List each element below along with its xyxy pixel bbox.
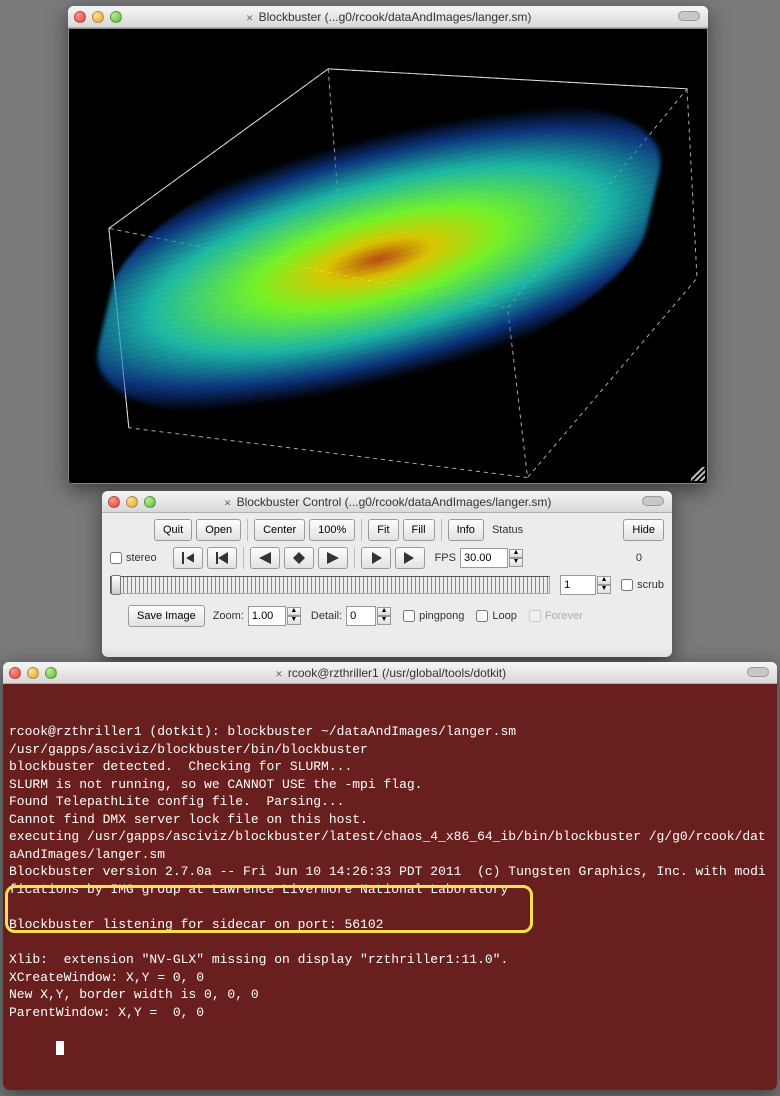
zoom-icon[interactable] [144, 496, 156, 508]
viewer-canvas[interactable] [68, 28, 708, 484]
up-arrow-icon[interactable]: ▲ [377, 607, 391, 616]
x11-icon [245, 13, 255, 23]
down-arrow-icon[interactable]: ▼ [509, 558, 523, 567]
down-arrow-icon[interactable]: ▼ [597, 585, 611, 594]
up-arrow-icon[interactable]: ▲ [597, 576, 611, 585]
viewer-titlebar[interactable]: Blockbuster (...g0/rcook/dataAndImages/l… [68, 6, 708, 28]
center-button[interactable]: Center [254, 519, 305, 541]
zoom-input[interactable] [248, 606, 286, 626]
detail-input[interactable] [346, 606, 376, 626]
viewer-window: Blockbuster (...g0/rcook/dataAndImages/l… [68, 6, 708, 484]
open-button[interactable]: Open [196, 519, 241, 541]
x11-icon [223, 498, 233, 508]
close-icon[interactable] [9, 667, 21, 679]
hide-button[interactable]: Hide [623, 519, 664, 541]
frame-count: 0 [636, 552, 642, 564]
down-arrow-icon[interactable]: ▼ [377, 616, 391, 625]
x11-icon [274, 669, 284, 679]
step-forward-button[interactable] [361, 547, 391, 569]
go-end-button[interactable] [395, 547, 425, 569]
up-arrow-icon[interactable]: ▲ [287, 607, 301, 616]
terminal-window: rcook@rzthriller1 (/usr/global/tools/dot… [3, 662, 777, 1090]
zoom-icon[interactable] [45, 667, 57, 679]
fill-button[interactable]: Fill [403, 519, 435, 541]
status-label: Status [492, 524, 523, 536]
viewer-title: Blockbuster (...g0/rcook/dataAndImages/l… [68, 10, 708, 24]
cursor-icon [56, 1041, 64, 1055]
fit-button[interactable]: Fit [368, 519, 398, 541]
toolbar-toggle-icon[interactable] [678, 11, 700, 21]
toolbar-toggle-icon[interactable] [747, 667, 769, 677]
play-button[interactable] [318, 547, 348, 569]
fps-input[interactable] [460, 548, 508, 568]
timeline-slider[interactable] [110, 576, 550, 594]
play-back-button[interactable] [250, 547, 280, 569]
scrub-checkbox[interactable]: scrub [621, 579, 664, 591]
forever-checkbox[interactable]: Forever [529, 610, 583, 622]
save-image-button[interactable]: Save Image [128, 605, 205, 627]
minimize-icon[interactable] [126, 496, 138, 508]
terminal-title: rcook@rzthriller1 (/usr/global/tools/dot… [3, 666, 777, 680]
step-back-button[interactable] [207, 547, 237, 569]
down-arrow-icon[interactable]: ▼ [287, 616, 301, 625]
fps-spin[interactable]: ▲▼ [460, 548, 523, 568]
control-window: Blockbuster Control (...g0/rcook/dataAnd… [102, 491, 672, 657]
minimize-icon[interactable] [27, 667, 39, 679]
go-start-button[interactable] [173, 547, 203, 569]
zoom-icon[interactable] [110, 11, 122, 23]
frame-input[interactable] [560, 575, 596, 595]
quit-button[interactable]: Quit [154, 519, 192, 541]
fps-label: FPS [435, 552, 456, 564]
control-title: Blockbuster Control (...g0/rcook/dataAnd… [102, 495, 672, 509]
close-icon[interactable] [108, 496, 120, 508]
control-titlebar[interactable]: Blockbuster Control (...g0/rcook/dataAnd… [102, 491, 672, 513]
terminal-body[interactable]: rcook@rzthriller1 (dotkit): blockbuster … [3, 684, 777, 1090]
zoom-spin[interactable]: ▲▼ [248, 606, 301, 626]
close-icon[interactable] [74, 11, 86, 23]
stop-button[interactable] [284, 547, 314, 569]
toolbar-toggle-icon[interactable] [642, 496, 664, 506]
up-arrow-icon[interactable]: ▲ [509, 549, 523, 558]
detail-label: Detail: [311, 610, 342, 622]
terminal-output: rcook@rzthriller1 (dotkit): blockbuster … [9, 723, 771, 1021]
loop-checkbox[interactable]: Loop [476, 610, 516, 622]
resize-grip-icon[interactable] [691, 467, 705, 481]
zoom-label: Zoom: [213, 610, 244, 622]
stereo-checkbox[interactable]: stereo [110, 552, 157, 564]
pingpong-checkbox[interactable]: pingpong [403, 610, 464, 622]
detail-spin[interactable]: ▲▼ [346, 606, 391, 626]
frame-spin[interactable]: ▲▼ [560, 575, 611, 595]
terminal-titlebar[interactable]: rcook@rzthriller1 (/usr/global/tools/dot… [3, 662, 777, 684]
hundred-percent-button[interactable]: 100% [309, 519, 355, 541]
slider-thumb[interactable] [111, 575, 121, 595]
minimize-icon[interactable] [92, 11, 104, 23]
info-button[interactable]: Info [448, 519, 484, 541]
